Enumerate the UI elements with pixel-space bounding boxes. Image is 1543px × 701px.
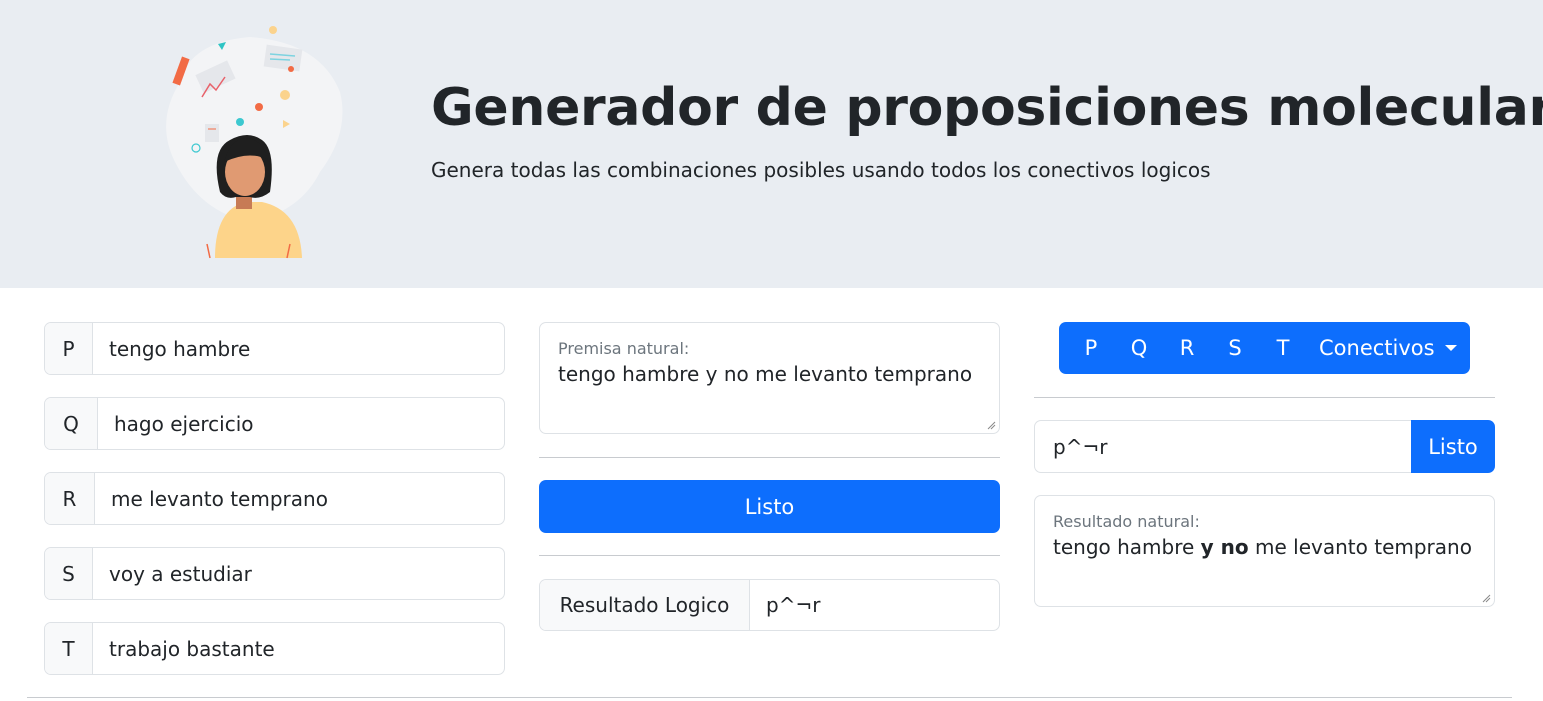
insert-p-button[interactable]: P xyxy=(1067,336,1115,360)
premise-text: tengo hambre y no me levanto temprano xyxy=(558,362,973,386)
divider xyxy=(1034,397,1495,398)
variable-q-group: Q hago ejercicio xyxy=(44,397,505,450)
variable-t-group: T trabajo bastante xyxy=(44,622,505,675)
connectives-dropdown[interactable]: Conectivos xyxy=(1319,336,1457,360)
divider xyxy=(539,457,1000,458)
variable-p-label: P xyxy=(45,323,93,374)
insert-t-button[interactable]: T xyxy=(1259,336,1307,360)
woman-illustration xyxy=(166,26,343,259)
premise-textarea[interactable]: Premisa natural: tengo hambre y no me le… xyxy=(539,322,1000,434)
variable-q-input[interactable]: hago ejercicio xyxy=(98,398,504,449)
insert-s-button[interactable]: S xyxy=(1211,336,1259,360)
hero-banner: Generador de proposiciones moleculares G… xyxy=(0,0,1543,288)
natural-result-connective: y no xyxy=(1200,535,1249,559)
insert-r-button[interactable]: R xyxy=(1163,336,1211,360)
formula-group: p^¬r Listo xyxy=(1034,420,1495,473)
connectives-dropdown-label: Conectivos xyxy=(1319,336,1435,360)
variable-r-group: R me levanto temprano xyxy=(44,472,505,525)
variable-s-label: S xyxy=(45,548,93,599)
variable-t-input[interactable]: trabajo bastante xyxy=(93,623,504,674)
resize-grip-icon[interactable] xyxy=(986,420,996,430)
natural-result-part: me levanto temprano xyxy=(1248,535,1472,559)
premise-label: Premisa natural: xyxy=(558,339,690,358)
variable-s-input[interactable]: voy a estudiar xyxy=(93,548,504,599)
variable-p-input[interactable]: tengo hambre xyxy=(93,323,504,374)
variable-r-label: R xyxy=(45,473,95,524)
natural-result-label: Resultado natural: xyxy=(1053,512,1200,531)
variable-q-label: Q xyxy=(45,398,98,449)
formula-listo-button[interactable]: Listo xyxy=(1411,420,1495,473)
natural-result-text: tengo hambre y no me levanto temprano xyxy=(1053,535,1476,559)
page-title: Generador de proposiciones moleculares xyxy=(431,78,1543,138)
formula-input[interactable]: p^¬r xyxy=(1034,420,1411,473)
page-subtitle: Genera todas las combinaciones posibles … xyxy=(431,158,1211,182)
logical-result-input[interactable]: p^¬r xyxy=(750,580,999,630)
variable-r-input[interactable]: me levanto temprano xyxy=(95,473,504,524)
variable-t-label: T xyxy=(45,623,93,674)
natural-result-textarea[interactable]: Resultado natural: tengo hambre y no me … xyxy=(1034,495,1495,607)
caret-down-icon xyxy=(1444,345,1457,351)
listo-button[interactable]: Listo xyxy=(539,480,1000,533)
insert-q-button[interactable]: Q xyxy=(1115,336,1163,360)
logical-result-group: Resultado Logico p^¬r xyxy=(539,579,1000,631)
logical-result-label: Resultado Logico xyxy=(540,580,750,630)
footer-divider xyxy=(27,697,1512,698)
resize-grip-icon[interactable] xyxy=(1481,593,1491,603)
variable-p-group: P tengo hambre xyxy=(44,322,505,375)
connective-toolbar: P Q R S T Conectivos xyxy=(1059,322,1470,374)
natural-result-part: tengo hambre xyxy=(1053,535,1201,559)
variable-s-group: S voy a estudiar xyxy=(44,547,505,600)
divider xyxy=(539,555,1000,556)
